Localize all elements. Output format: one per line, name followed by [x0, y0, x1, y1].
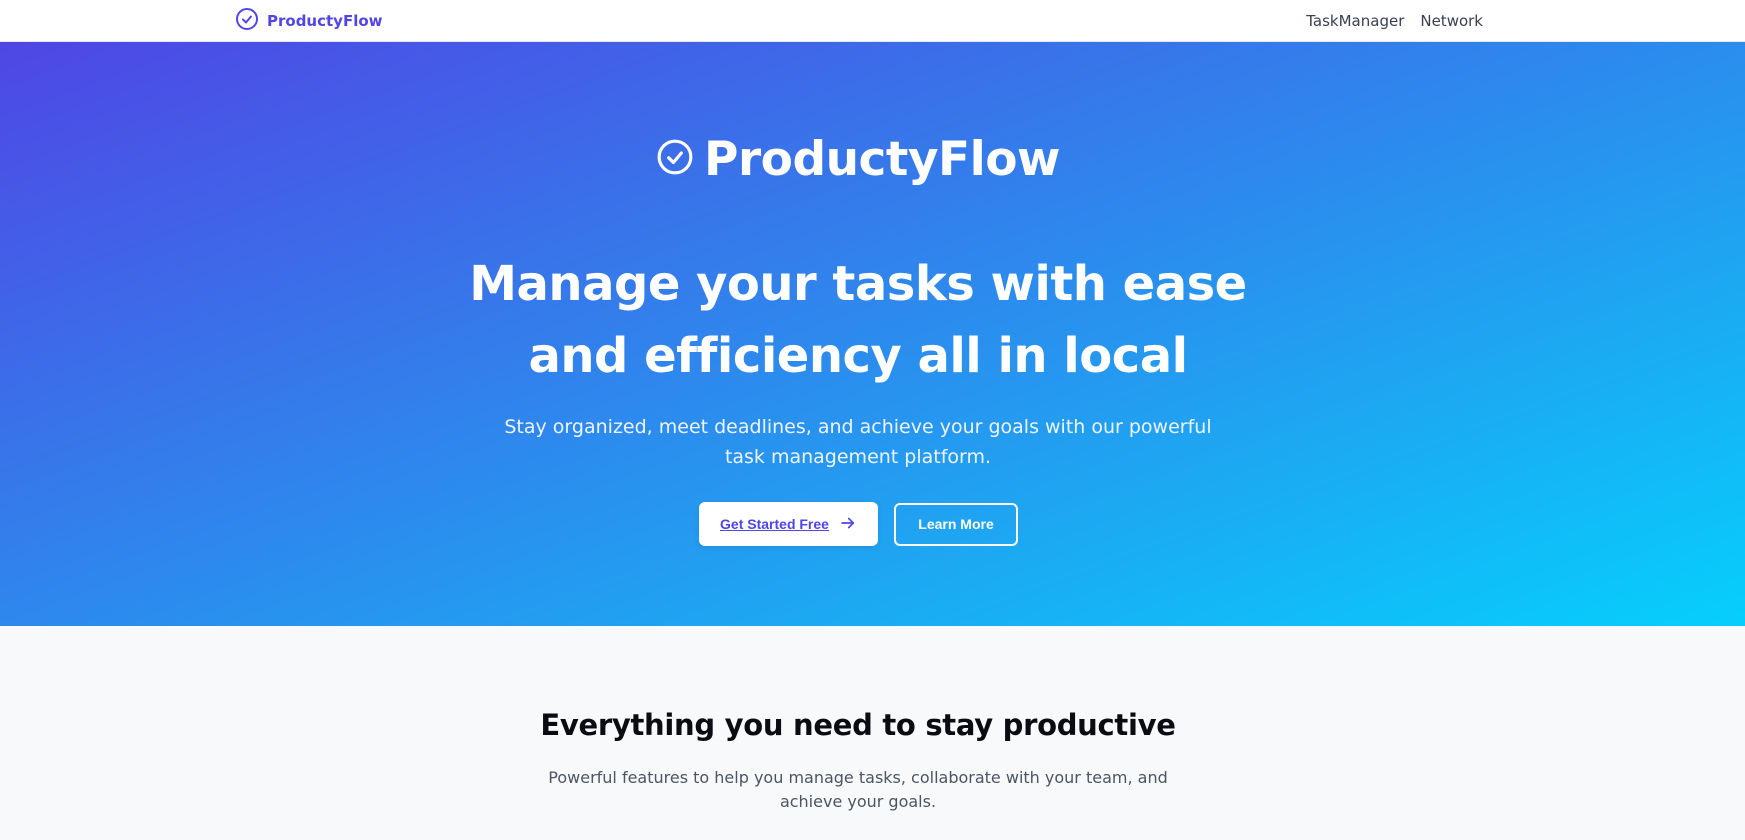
brand-name: ProductyFlow	[267, 12, 383, 30]
learn-more-label: Learn More	[918, 516, 994, 532]
hero-logo-text: ProductyFlow	[704, 132, 1060, 187]
hero-subtitle: Stay organized, meet deadlines, and achi…	[504, 416, 1212, 468]
brand-logo-link[interactable]: ProductyFlow	[235, 7, 383, 36]
hero-buttons: Get Started Free Learn More	[699, 502, 1018, 546]
nav-link-taskmanager[interactable]: TaskManager	[1306, 12, 1404, 30]
hero-headline: Manage your tasks with ease and efficien…	[469, 256, 1247, 384]
features-subtitle: Powerful features to help you manage tas…	[548, 768, 1168, 811]
top-navbar: ProductyFlow TaskManager Network	[0, 0, 1745, 42]
features-title: Everything you need to stay productive	[540, 708, 1176, 742]
get-started-label: Get Started Free	[720, 516, 829, 532]
hero-logo: ProductyFlow	[0, 132, 1716, 187]
get-started-button[interactable]: Get Started Free	[699, 502, 878, 546]
nav-link-network[interactable]: Network	[1420, 12, 1483, 30]
features-section: Everything you need to stay productive P…	[0, 626, 1745, 840]
check-circle-icon	[656, 138, 694, 181]
check-circle-icon	[235, 7, 259, 36]
nav-links: TaskManager Network	[1306, 0, 1483, 42]
arrow-right-icon	[839, 514, 857, 535]
hero-section: ProductyFlow Manage your tasks with ease…	[0, 42, 1745, 626]
learn-more-button[interactable]: Learn More	[894, 502, 1018, 546]
